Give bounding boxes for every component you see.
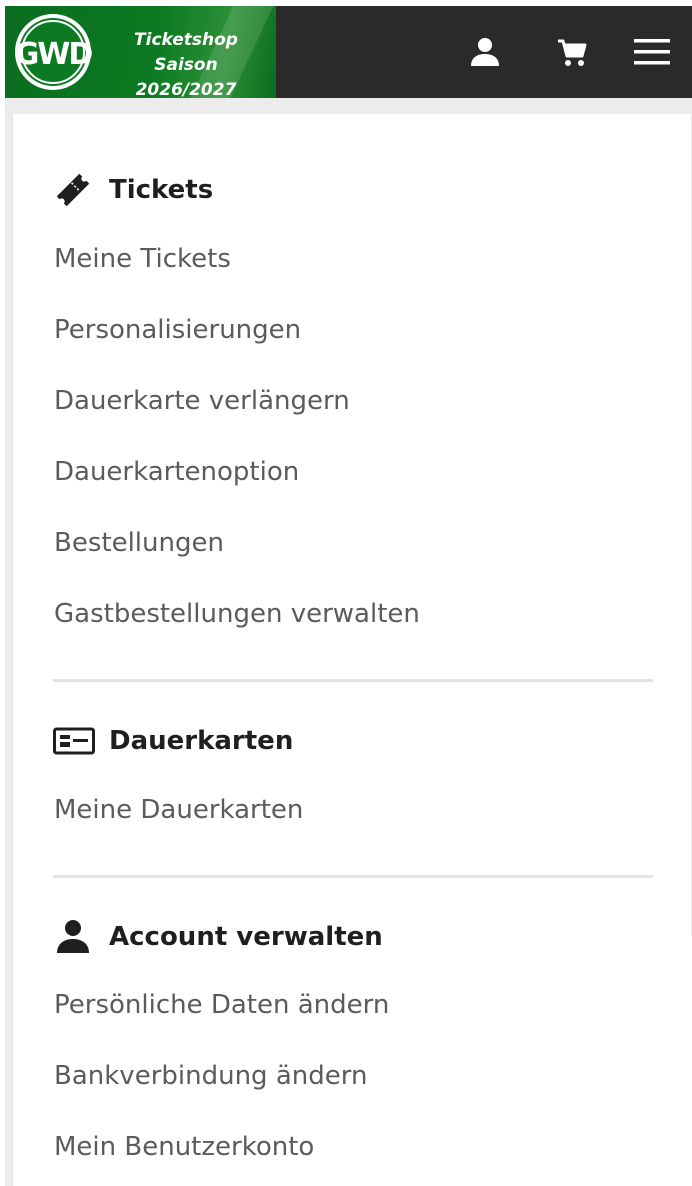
app-header: GWD Ticketshop Saison 2026/2027 — [5, 6, 692, 98]
brand-line-2: Saison 2026/2027 — [135, 55, 237, 98]
section-tickets-header: Tickets — [53, 170, 213, 210]
link-mein-benutzerkonto[interactable]: Mein Benutzerkonto — [54, 1132, 314, 1162]
person-icon — [53, 917, 95, 957]
account-menu-card — [12, 114, 692, 1186]
brand-banner[interactable]: GWD Ticketshop Saison 2026/2027 — [5, 6, 276, 98]
link-personalisierungen[interactable]: Personalisierungen — [54, 315, 301, 345]
cart-icon[interactable] — [552, 32, 592, 72]
section-divider — [53, 679, 653, 682]
user-icon[interactable] — [465, 32, 505, 72]
link-bestellungen[interactable]: Bestellungen — [54, 528, 224, 558]
link-persoenliche-daten-aendern[interactable]: Persönliche Daten ändern — [54, 990, 389, 1020]
gwd-logo: GWD — [15, 14, 93, 90]
link-gastbestellungen-verwalten[interactable]: Gastbestellungen verwalten — [54, 599, 420, 629]
logo-text: GWD — [15, 37, 93, 72]
menu-icon[interactable] — [632, 32, 672, 72]
brand-line-1: Ticketshop — [134, 30, 238, 50]
link-meine-tickets[interactable]: Meine Tickets — [54, 244, 231, 274]
id-card-icon — [53, 721, 95, 761]
section-divider — [53, 875, 653, 878]
section-account-header: Account verwalten — [53, 917, 383, 957]
section-title-dauerkarten: Dauerkarten — [109, 726, 294, 756]
ticket-icon — [53, 170, 95, 210]
link-bankverbindung-aendern[interactable]: Bankverbindung ändern — [54, 1061, 367, 1091]
link-meine-dauerkarten[interactable]: Meine Dauerkarten — [54, 795, 303, 825]
brand-title: Ticketshop Saison 2026/2027 — [101, 28, 271, 98]
link-dauerkarte-verlaengern[interactable]: Dauerkarte verlängern — [54, 386, 350, 416]
link-dauerkartenoption[interactable]: Dauerkartenoption — [54, 457, 299, 487]
section-dauerkarten-header: Dauerkarten — [53, 721, 293, 761]
section-title-account: Account verwalten — [109, 922, 383, 952]
section-title-tickets: Tickets — [109, 175, 214, 205]
